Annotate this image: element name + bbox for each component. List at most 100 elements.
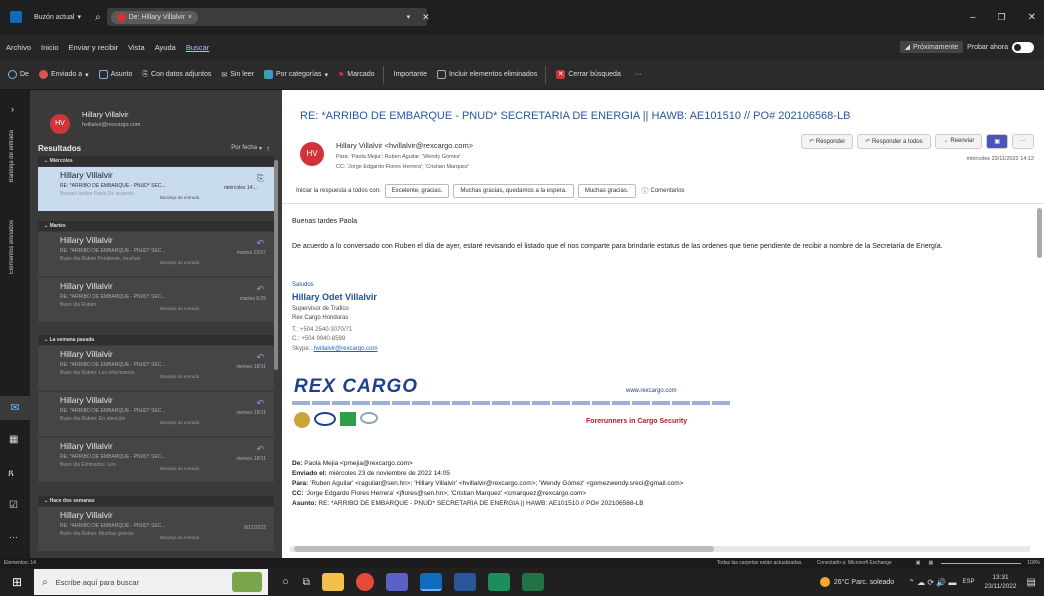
reading-view-icon[interactable]: ▦ [928, 560, 933, 566]
list-item[interactable]: Hillary Villalvir RE: *ARRIBO DE EMBARQU… [38, 438, 274, 482]
group-header[interactable]: ⌄ Hace dos semanas [38, 496, 274, 506]
close-icon[interactable]: × [188, 14, 192, 21]
tasks-nav-icon[interactable]: ☑ [9, 500, 18, 511]
calendar-nav-icon[interactable]: ▦ [9, 434, 18, 445]
search-scope-chevron-icon[interactable]: ▾ [407, 13, 411, 21]
quoted-to[interactable]: 'Ruben Aguilar' <raguilar@sen.hn>; 'Hill… [310, 480, 683, 487]
list-item[interactable]: Hillary Villalvir RE: *ARRIBO DE EMBARQU… [38, 278, 274, 322]
folder-sent[interactable]: Elementos enviados [9, 220, 15, 274]
vertical-scrollbar[interactable] [1037, 208, 1042, 258]
sort-dropdown[interactable]: Por fecha [231, 145, 257, 151]
attachment-icon: ⎘ [256, 173, 264, 183]
mail-nav-icon[interactable]: ✉ [0, 396, 30, 420]
mailbox-scope-dropdown[interactable]: Buzón actual [34, 14, 74, 21]
chrome-icon[interactable] [355, 573, 374, 591]
weather-icon[interactable] [819, 577, 830, 587]
weather-text[interactable]: 26°C Parc. soleado [834, 579, 894, 586]
ribbon-from[interactable]: De [8, 70, 29, 79]
expand-pane-icon[interactable]: › [11, 104, 30, 114]
toggle-switch[interactable] [1012, 41, 1034, 53]
group-header[interactable]: ⌄ Martes [38, 221, 274, 231]
quick-reply-1[interactable]: Excelente, gracias. [384, 184, 450, 198]
list-item[interactable]: Hillary Villalvir RE: *ARRIBO DE EMBARQU… [38, 507, 274, 551]
minimize-icon[interactable]: – [970, 12, 976, 23]
horizontal-scrollbar[interactable] [290, 546, 1030, 552]
ribbon-flagged[interactable]: ⚑ Marcado [338, 71, 375, 79]
list-scrollbar[interactable] [274, 160, 278, 370]
skype-link[interactable]: hvillalvir@rexcargo.com [314, 346, 378, 352]
reply-all-button[interactable]: ↶ Responder a todos [857, 134, 931, 149]
ribbon-unread[interactable]: ✉ Sin leer [221, 71, 254, 79]
list-item-sender: Hillary Villalvir [60, 235, 113, 245]
teams-icon[interactable] [385, 573, 408, 591]
menu-enviar[interactable]: Enviar y recibir [69, 43, 119, 52]
people-nav-icon[interactable]: ጸ [8, 468, 14, 479]
quoted-subject-label: Asunto: [292, 500, 317, 507]
taskbar-search-box[interactable]: ⌕ Escribe aquí para buscar [34, 569, 269, 595]
quick-reply-3[interactable]: Muchas gracias. [577, 184, 636, 198]
list-item[interactable]: Hillary Villalvir RE: *ARRIBO DE EMBARQU… [38, 392, 274, 436]
group-header[interactable]: ⌄ La semana pasada [38, 335, 274, 345]
search-filter-chip[interactable]: De: Hillary Villalvir × [110, 10, 198, 24]
notifications-icon[interactable]: ▤ [1027, 577, 1036, 588]
menu-inicio[interactable]: Inicio [41, 43, 59, 52]
forward-button[interactable]: → Reenviar [934, 134, 983, 149]
comments-link[interactable]: Comentarios [651, 188, 685, 194]
menu-ayuda[interactable]: Ayuda [155, 43, 176, 52]
ribbon-include-deleted[interactable]: Incluir elementos eliminados [436, 70, 537, 79]
account-name: Hillary Villalvir [82, 110, 129, 119]
comments-icon[interactable]: ⓘ [642, 186, 649, 196]
sender-line[interactable]: Hillary Villalvir <hvillalvir@rexcargo.c… [336, 141, 473, 150]
list-item[interactable]: Hillary Villalvir RE: *ARRIBO DE EMBARQU… [38, 232, 274, 276]
signature-name: Hillary Odet Villalvir [292, 292, 377, 302]
ribbon-important[interactable]: Importante [394, 71, 427, 78]
menu-buscar[interactable]: Buscar [186, 43, 209, 52]
ribbon-subject[interactable]: Asunto [98, 70, 132, 79]
normal-view-icon[interactable]: ▣ [916, 560, 921, 566]
more-actions-icon[interactable]: ··· [1012, 134, 1034, 149]
close-search-icon[interactable]: ✕ [422, 12, 430, 23]
cortana-icon[interactable]: ○ [282, 576, 289, 588]
search-icon[interactable]: ⌕ [95, 12, 101, 23]
avatar: HV [50, 114, 70, 134]
folder-inbox[interactable]: Bandeja de entrada [9, 130, 15, 182]
search-box[interactable]: De: Hillary Villalvir × [106, 8, 427, 26]
more-options-icon[interactable]: ··· [635, 71, 642, 78]
ribbon-close-search[interactable]: ✕ Cerrar búsqueda [556, 70, 621, 79]
search-chip-label: De: Hillary Villalvir [128, 13, 185, 21]
word-icon[interactable] [453, 573, 476, 591]
app-icon[interactable] [487, 573, 510, 591]
list-item[interactable]: Hillary Villalvir RE: *ARRIBO DE EMBARQU… [38, 346, 274, 390]
ribbon-categories[interactable]: Por categorías ▾ [263, 70, 328, 79]
close-window-icon[interactable]: ✕ [1028, 12, 1036, 23]
ribbon-attachments[interactable]: ⎘ Con datos adjuntos [142, 71, 211, 79]
menu-archivo[interactable]: Archivo [6, 43, 31, 52]
system-tray-icons[interactable]: ⌃ ☁ ⟳ 🔊 ▬ [908, 578, 956, 587]
quick-reply-2[interactable]: Muchas gracias, quedamos a la espera. [453, 184, 574, 198]
task-view-icon[interactable]: ⧉ [303, 577, 310, 588]
windows-start-icon[interactable]: ⊞ [12, 575, 22, 589]
more-apps-icon[interactable]: ··· [9, 532, 18, 542]
logo-url[interactable]: www.rexcargo.com [626, 388, 677, 394]
quoted-cc[interactable]: 'Jorge Edgardo Flores Herrera' <jflores@… [305, 490, 586, 497]
replied-icon: ↶ [256, 444, 264, 454]
zoom-slider[interactable] [941, 562, 1022, 564]
ribbon-sent-to[interactable]: Enviado a ▾ [38, 70, 89, 79]
group-header[interactable]: ⌄ Miércoles [38, 156, 274, 166]
language-indicator[interactable]: ESP [962, 579, 974, 585]
zoom-level[interactable]: 100% [1027, 560, 1040, 566]
outlook-taskbar-icon[interactable] [419, 573, 442, 591]
menu-vista[interactable]: Vista [128, 43, 145, 52]
sort-direction-icon[interactable]: ↑ [266, 144, 270, 153]
signature-company: Rex Cargo Honduras [292, 315, 349, 321]
sort-chevron-icon[interactable]: ▾ [259, 145, 262, 152]
excel-icon[interactable] [521, 573, 544, 591]
clock[interactable]: 13:31 23/11/2022 [984, 573, 1016, 591]
quoted-from[interactable]: Paola Mejia <pmejia@rexcargo.com> [304, 460, 412, 467]
file-explorer-icon[interactable] [321, 573, 344, 591]
list-item[interactable]: Hillary Villalvir RE: *ARRIBO DE EMBARQU… [38, 167, 274, 211]
coming-soon-toggle[interactable]: ◢ Próximamente [899, 41, 964, 53]
restore-icon[interactable]: ❐ [998, 12, 1006, 23]
teams-share-icon[interactable]: ▣ [986, 134, 1008, 149]
reply-button[interactable]: ↶ Responder [801, 134, 854, 149]
